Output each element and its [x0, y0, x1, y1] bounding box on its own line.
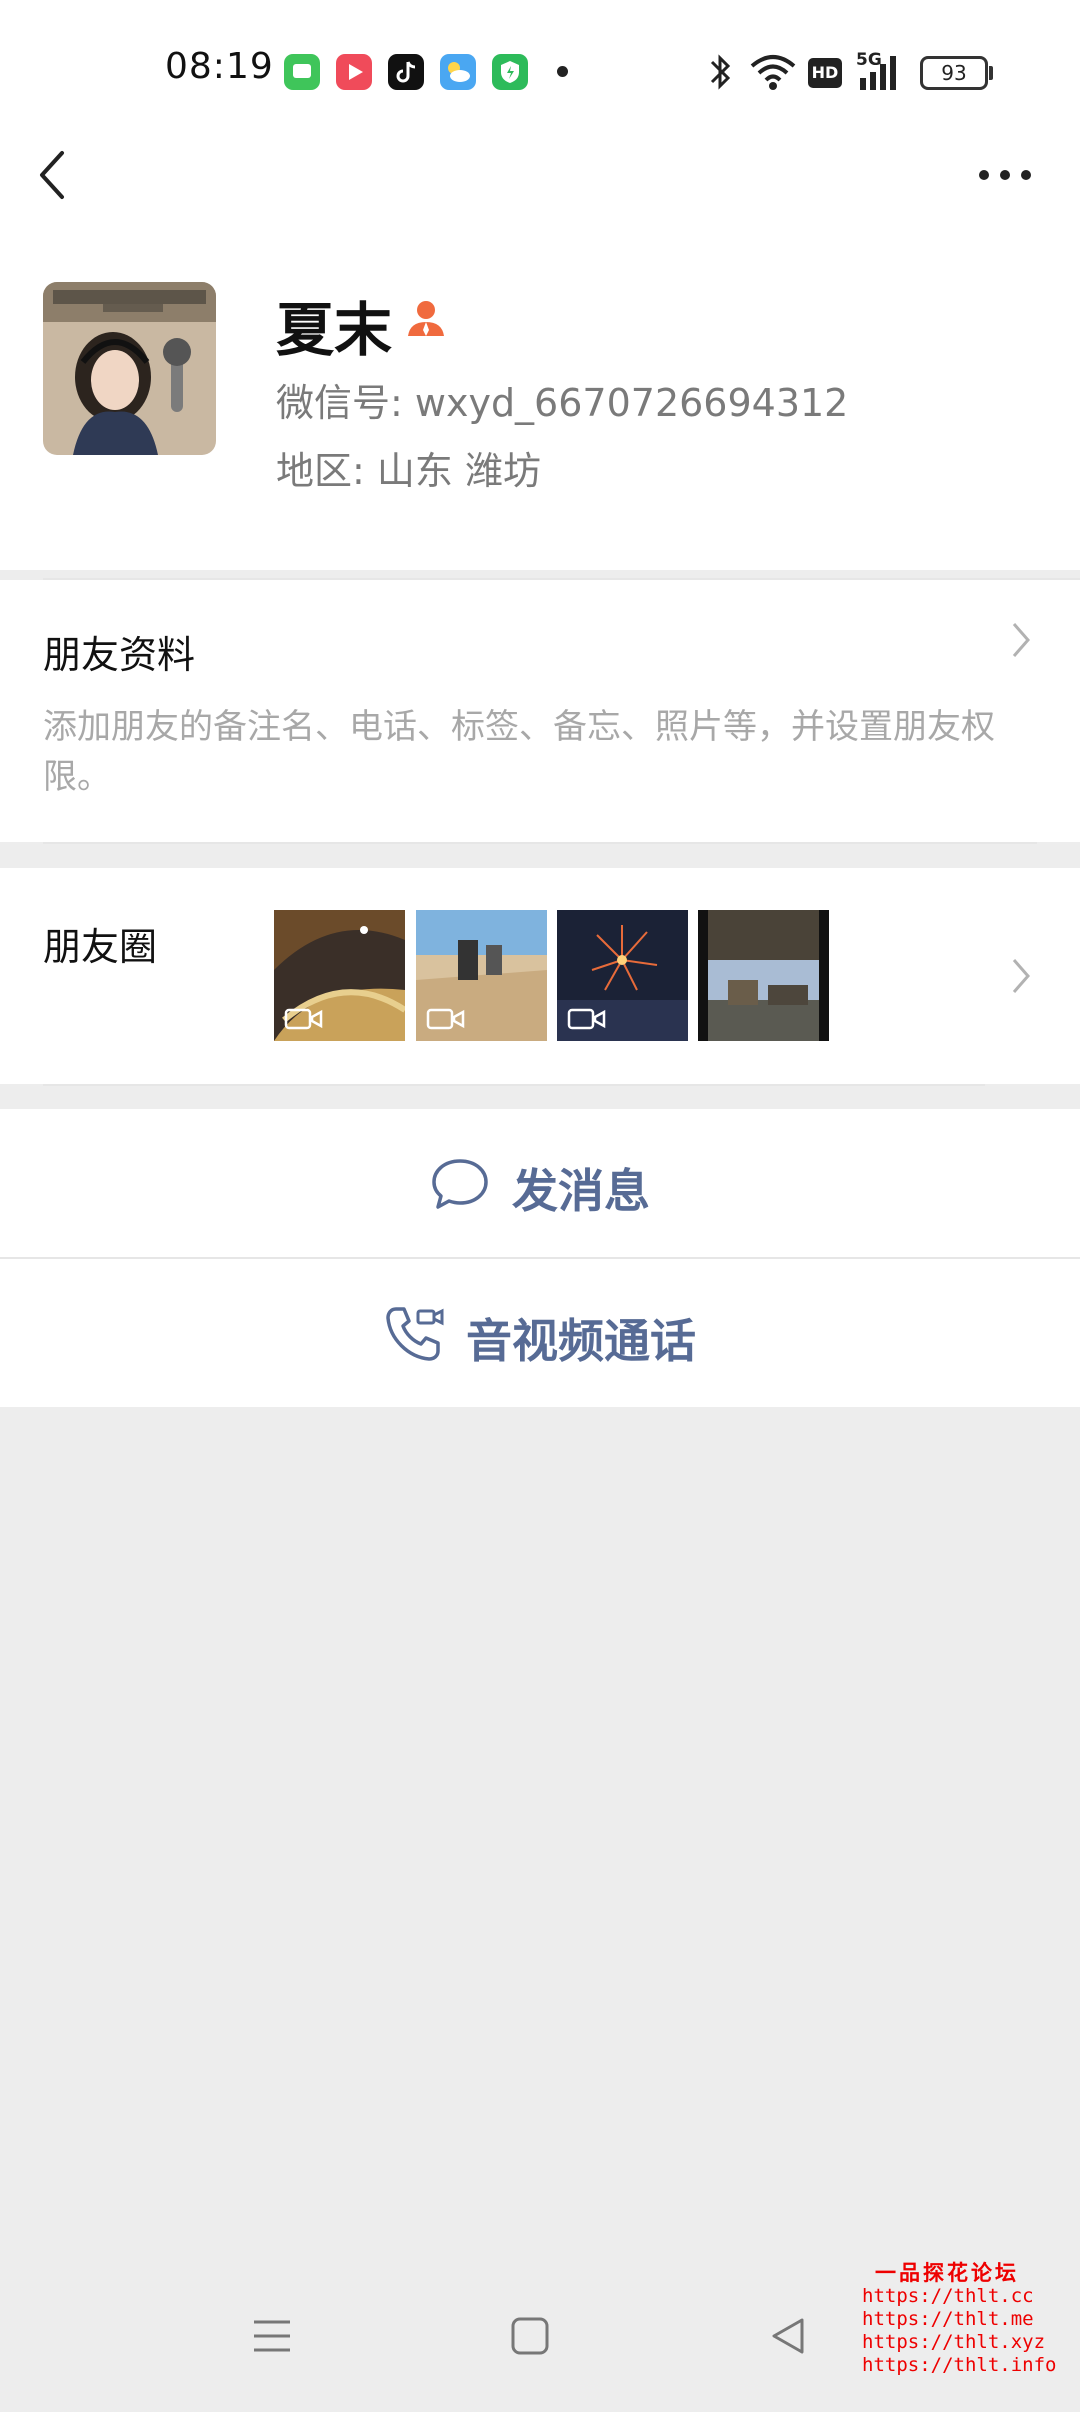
- moment-thumb-2[interactable]: [416, 910, 547, 1041]
- watermark-link: https://thlt.me: [862, 2308, 1034, 2330]
- home-nav-button[interactable]: [510, 2316, 550, 2356]
- contact-name: 夏末: [276, 296, 393, 364]
- person-badge-icon: [408, 301, 444, 336]
- moment-thumb-3[interactable]: [557, 910, 688, 1041]
- video-app-icon: [336, 54, 372, 90]
- phone-video-icon: [386, 1307, 444, 1361]
- video-camera-icon: [284, 1008, 323, 1030]
- more-options-button[interactable]: [970, 155, 1040, 195]
- moments-title: 朋友圈: [43, 925, 158, 969]
- security-app-icon: [492, 54, 528, 90]
- hd-icon: HD: [808, 58, 842, 88]
- battery-tip: [989, 66, 993, 80]
- moments-divider: [43, 1084, 985, 1086]
- friend-info-section[interactable]: 朋友资料 添加朋友的备注名、电话、标签、备忘、照片等，并设置朋友权限。: [0, 580, 1080, 842]
- watermark-link: https://thlt.cc: [862, 2285, 1034, 2307]
- region: 地区: 山东 潍坊: [276, 449, 541, 493]
- video-camera-icon: [567, 1008, 606, 1030]
- battery-level: 93: [941, 61, 967, 85]
- chevron-right-icon: [1012, 623, 1030, 657]
- moment-thumb-1[interactable]: [274, 910, 405, 1041]
- status-time: 08:19: [165, 46, 274, 87]
- watermark-link: https://thlt.info: [862, 2354, 1057, 2376]
- friend-info-title: 朋友资料: [43, 633, 196, 677]
- signal-icon: 5G: [856, 50, 906, 94]
- weather-app-icon: [440, 54, 476, 90]
- video-camera-icon: [426, 1008, 465, 1030]
- status-bar: 08:19 HD 5G 93: [0, 0, 1080, 140]
- send-message-label: 发消息: [512, 1164, 650, 1218]
- chevron-right-icon: [1012, 959, 1030, 993]
- hd-label: HD: [811, 63, 839, 82]
- watermark: 一品探花论坛 https://thlt.cc https://thlt.me h…: [862, 2261, 1057, 2377]
- moment-thumb-4[interactable]: [698, 910, 829, 1041]
- menu-nav-button[interactable]: [252, 2316, 292, 2356]
- battery-indicator: 93: [920, 56, 988, 90]
- back-button[interactable]: [30, 145, 80, 205]
- send-message-button[interactable]: 发消息: [0, 1109, 1080, 1257]
- wifi-icon: [750, 55, 796, 90]
- watermark-link: https://thlt.xyz: [862, 2331, 1046, 2353]
- friend-info-divider: [43, 842, 1037, 844]
- friend-info-description: 添加朋友的备注名、电话、标签、备忘、照片等，并设置朋友权限。: [43, 707, 995, 797]
- notification-dot: [557, 66, 568, 77]
- voice-video-call-label: 音视频通话: [466, 1314, 696, 1368]
- messages-app-icon: [284, 54, 320, 90]
- back-nav-button[interactable]: [768, 2316, 808, 2356]
- wechat-id: 微信号: wxyd_6670726694312: [276, 381, 849, 425]
- watermark-title: 一品探花论坛: [875, 2261, 1019, 2285]
- bluetooth-icon: [710, 54, 731, 90]
- tiktok-app-icon: [388, 54, 424, 90]
- avatar[interactable]: [43, 282, 216, 455]
- chat-bubble-icon: [432, 1159, 488, 1209]
- voice-video-call-button[interactable]: 音视频通话: [0, 1259, 1080, 1407]
